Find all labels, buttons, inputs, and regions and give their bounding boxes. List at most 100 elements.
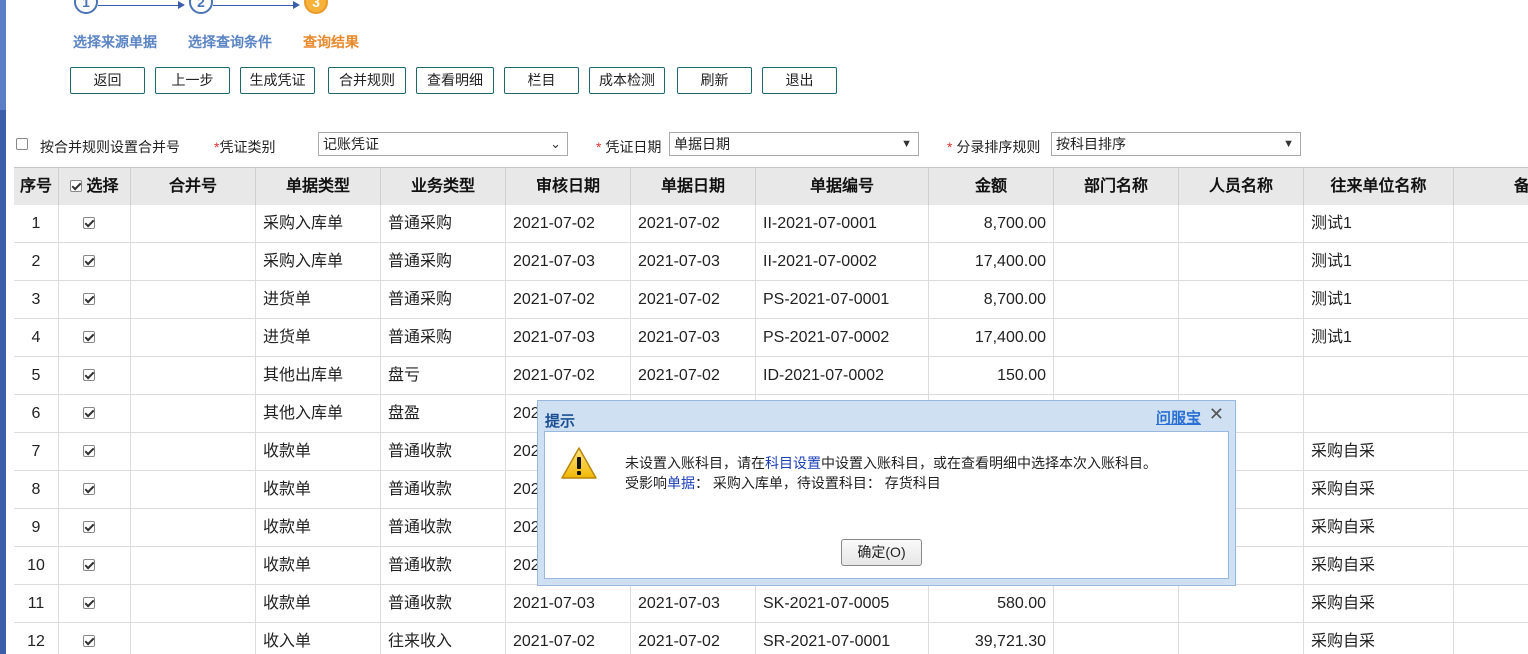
cell-seq: 10: [14, 547, 59, 584]
table-row[interactable]: 2 采购入库单 普通采购 2021-07-03 2021-07-03 II-2021-07…: [14, 243, 1528, 281]
col-header-biz-type[interactable]: 业务类型: [381, 168, 506, 205]
close-icon[interactable]: ✕: [1209, 404, 1224, 425]
cell-dept: [1054, 243, 1179, 280]
merge-rule-checkbox[interactable]: [16, 138, 28, 150]
cell-remark: [1454, 395, 1528, 432]
cell-biz-type: 普通采购: [381, 319, 506, 356]
col-header-merge[interactable]: 合并号: [131, 168, 256, 205]
table-row[interactable]: 11 收款单 普通收款 2021-07-03 2021-07-03 SK-2021-07-…: [14, 585, 1528, 623]
table-row[interactable]: 5 其他出库单 盘亏 2021-07-02 2021-07-02 ID-2021-07-0…: [14, 357, 1528, 395]
step-2-circle[interactable]: 2: [189, 0, 213, 14]
row-select-checkbox[interactable]: [83, 369, 95, 381]
row-select-checkbox[interactable]: [83, 331, 95, 343]
generate-voucher-button[interactable]: 生成凭证: [240, 67, 315, 94]
dialog-body: 未设置入账科目，请在科目设置中设置入账科目，或在查看明细中选择本次入账科目。 受…: [544, 431, 1229, 579]
cell-audit-date: 2021-07-02: [506, 357, 631, 394]
col-header-doc-type[interactable]: 单据类型: [256, 168, 381, 205]
sort-rule-select[interactable]: 按科目排序 ▼: [1051, 132, 1301, 156]
col-header-remark[interactable]: 备注: [1454, 168, 1528, 205]
row-select-checkbox[interactable]: [83, 255, 95, 267]
row-select-checkbox[interactable]: [83, 445, 95, 457]
cell-doc-date: 2021-07-02: [631, 357, 756, 394]
row-select-checkbox[interactable]: [83, 483, 95, 495]
col-header-select-label: 选择: [86, 178, 119, 195]
col-header-person[interactable]: 人员名称: [1179, 168, 1304, 205]
cell-select: [59, 395, 131, 432]
documents-link[interactable]: 单据: [667, 475, 695, 491]
cell-audit-date: 2021-07-03: [506, 585, 631, 622]
cell-partner: 采购自采: [1304, 509, 1454, 546]
cell-doc-date: 2021-07-03: [631, 243, 756, 280]
step-3-circle[interactable]: 3: [304, 0, 328, 14]
cell-remark: [1454, 433, 1528, 470]
merge-rule-button[interactable]: 合并规则: [328, 67, 406, 94]
step-1-label[interactable]: 选择来源单据: [73, 32, 157, 52]
row-select-checkbox[interactable]: [83, 217, 95, 229]
dropdown-arrow-icon: ▼: [1283, 138, 1294, 150]
cell-remark: [1454, 585, 1528, 622]
cell-partner: 采购自采: [1304, 623, 1454, 654]
step-2-label[interactable]: 选择查询条件: [188, 32, 272, 52]
cell-doc-date: 2021-07-03: [631, 319, 756, 356]
cell-biz-type: 普通收款: [381, 547, 506, 584]
cell-select: [59, 623, 131, 654]
msg-text: 未设置入账科目，请在: [625, 455, 765, 471]
view-detail-button[interactable]: 查看明细: [416, 67, 494, 94]
cell-select: [59, 585, 131, 622]
prev-step-button[interactable]: 上一步: [155, 67, 230, 94]
table-row[interactable]: 3 进货单 普通采购 2021-07-02 2021-07-02 PS-2021-07-0…: [14, 281, 1528, 319]
col-header-doc-no[interactable]: 单据编号: [756, 168, 929, 205]
exit-button[interactable]: 退出: [762, 67, 837, 94]
col-header-partner[interactable]: 往来单位名称: [1304, 168, 1454, 205]
step-1-circle[interactable]: 1: [74, 0, 98, 14]
row-select-checkbox[interactable]: [83, 559, 95, 571]
cell-biz-type: 普通收款: [381, 509, 506, 546]
col-header-dept[interactable]: 部门名称: [1054, 168, 1179, 205]
table-row[interactable]: 4 进货单 普通采购 2021-07-03 2021-07-03 PS-2021-07-0…: [14, 319, 1528, 357]
help-link[interactable]: 问服宝: [1156, 407, 1201, 428]
cell-doc-no: II-2021-07-0001: [756, 205, 929, 242]
cell-biz-type: 普通采购: [381, 281, 506, 318]
col-header-select[interactable]: 选择: [59, 168, 131, 205]
cell-biz-type: 普通收款: [381, 433, 506, 470]
row-select-checkbox[interactable]: [83, 597, 95, 609]
voucher-type-select[interactable]: 记账凭证 ⌄: [318, 132, 568, 156]
ok-button[interactable]: 确定(O): [841, 539, 922, 566]
cell-seq: 1: [14, 205, 59, 242]
cell-merge: [131, 319, 256, 356]
row-select-checkbox[interactable]: [83, 407, 95, 419]
sort-rule-label-text: 分录排序规则: [956, 139, 1041, 155]
col-header-doc-date[interactable]: 单据日期: [631, 168, 756, 205]
cell-person: [1179, 281, 1304, 318]
cell-merge: [131, 281, 256, 318]
refresh-button[interactable]: 刷新: [677, 67, 752, 94]
back-button[interactable]: 返回: [70, 67, 145, 94]
cell-remark: [1454, 509, 1528, 546]
col-header-seq[interactable]: 序号: [14, 168, 59, 205]
voucher-date-select[interactable]: 单据日期 ▼: [669, 132, 919, 156]
cell-amount: 580.00: [929, 585, 1054, 622]
table-row[interactable]: 12 收入单 往来收入 2021-07-02 2021-07-02 SR-2021-07-…: [14, 623, 1528, 654]
cell-biz-type: 盘盈: [381, 395, 506, 432]
row-select-checkbox[interactable]: [83, 293, 95, 305]
step-3-label[interactable]: 查询结果: [303, 32, 359, 52]
col-header-amount[interactable]: 金额: [929, 168, 1054, 205]
cell-amount: 39,721.30: [929, 623, 1054, 654]
columns-button[interactable]: 栏目: [504, 67, 579, 94]
row-select-checkbox[interactable]: [83, 635, 95, 647]
row-select-checkbox[interactable]: [83, 521, 95, 533]
table-row[interactable]: 1 采购入库单 普通采购 2021-07-02 2021-07-02 II-2021-07…: [14, 205, 1528, 243]
col-header-audit-date[interactable]: 审核日期: [506, 168, 631, 205]
subject-settings-link[interactable]: 科目设置: [765, 455, 821, 471]
dialog-message-line-2: 受影响单据： 采购入库单，待设置科目： 存货科目: [625, 473, 941, 493]
cell-merge: [131, 357, 256, 394]
cell-select: [59, 509, 131, 546]
select-all-checkbox[interactable]: [70, 180, 83, 192]
cell-doc-no: II-2021-07-0002: [756, 243, 929, 280]
cost-check-button[interactable]: 成本检测: [589, 67, 665, 94]
merge-rule-checkbox-label[interactable]: 按合并规则设置合并号: [40, 137, 180, 157]
cell-merge: [131, 471, 256, 508]
voucher-date-value: 单据日期: [674, 136, 730, 152]
cell-person: [1179, 623, 1304, 654]
cell-seq: 12: [14, 623, 59, 654]
